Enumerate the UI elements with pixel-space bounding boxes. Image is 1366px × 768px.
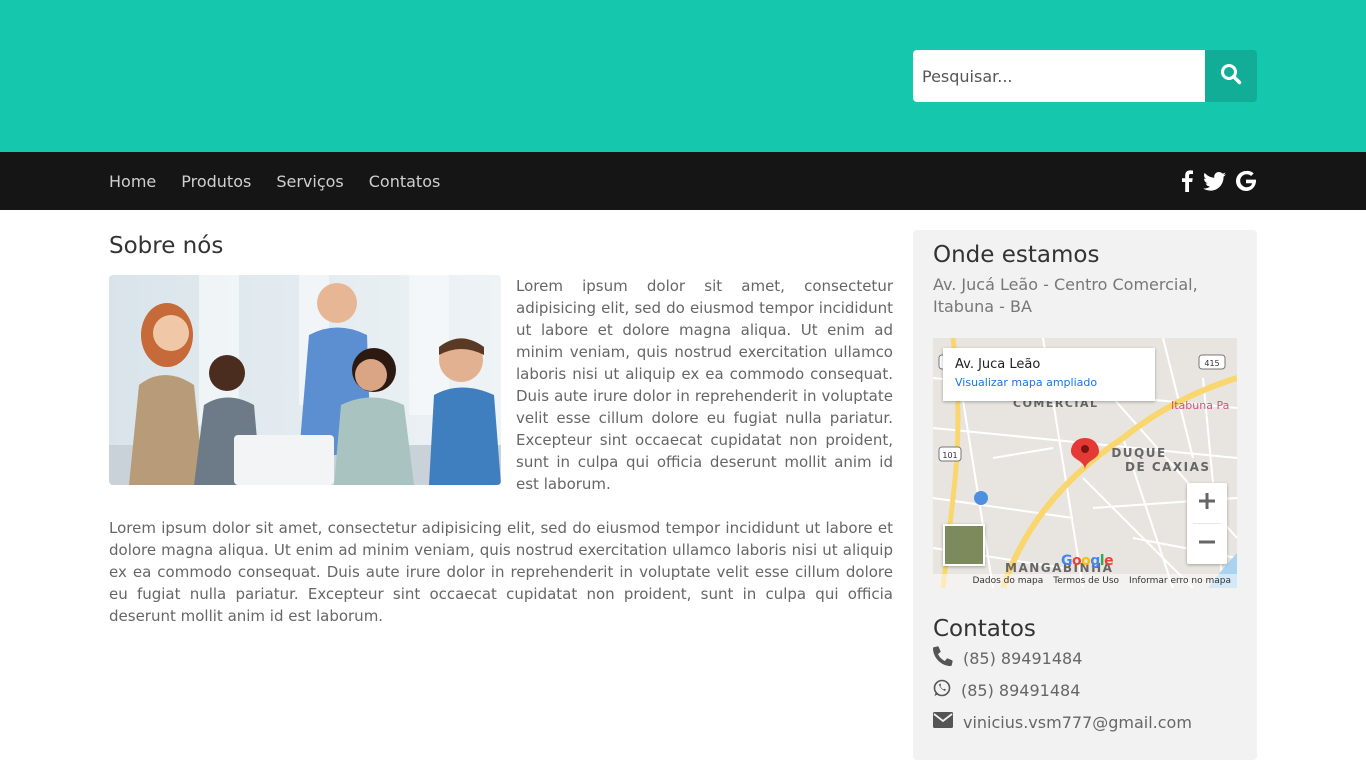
map-zoom-controls [1187,483,1227,564]
sidebar: Onde estamos Av. Jucá Leão - Centro Come… [913,230,1257,760]
zoom-out-button[interactable] [1187,524,1227,564]
satellite-toggle[interactable] [943,524,985,566]
map-footer: Dados do mapa Termos de Uso Informar err… [933,574,1237,588]
contacts-title: Contatos [933,616,1036,642]
team-photo [109,275,501,485]
google-icon[interactable] [1235,170,1257,192]
map-card-title: Av. Juca Leão [955,357,1041,372]
nav-home[interactable]: Home [109,172,156,191]
envelope-icon [933,712,963,732]
road-101-label: 101 [942,451,957,460]
phone-icon [933,646,963,670]
map-report-link[interactable]: Informar erro no mapa [1129,576,1231,586]
itabuna-label: Itabuna Pa [1171,399,1229,412]
caxias-label: DE CAXIAS [1125,460,1211,474]
contact-email: vinicius.vsm777@gmail.com [933,706,1237,738]
nav-produtos[interactable]: Produtos [181,172,251,191]
phone-number: (85) 89491484 [963,648,1083,668]
location-address: Av. Jucá Leão - Centro Comercial, Itabun… [933,275,1198,316]
nav-servicos[interactable]: Serviços [276,172,343,191]
contacts-section: Contatos (85) 89491484 (85) 89491484 vin… [933,616,1237,738]
map-embed[interactable]: 415 101 COMERCIAL DUQUE DE CAXIAS MANGAB… [933,338,1237,588]
social-links [1180,152,1257,210]
twitter-icon[interactable] [1203,171,1226,191]
map-enlarge-link[interactable]: Visualizar mapa ampliado [955,376,1143,389]
nav-menu: Home Produtos Serviços Contatos [109,152,465,210]
search-bar [913,50,1257,102]
navbar: Home Produtos Serviços Contatos [0,152,1366,210]
about-title: Sobre nós [109,233,224,259]
facebook-icon[interactable] [1180,170,1194,192]
whatsapp-icon [933,679,961,701]
map-info-card: Av. Juca Leão Visualizar mapa ampliado [943,348,1155,401]
location-title: Onde estamos [933,242,1100,268]
contact-phone: (85) 89491484 [933,642,1237,674]
google-logo: Google [1061,553,1114,569]
nav-contatos[interactable]: Contatos [369,172,441,191]
road-415-label: 415 [1204,359,1219,368]
minus-icon [1198,533,1216,555]
map-terms-link[interactable]: Termos de Uso [1053,576,1119,586]
about-section: Sobre nós Lorem ipsum dolor sit amet, co… [109,230,893,627]
search-input[interactable] [913,50,1205,102]
map-data-link[interactable]: Dados do mapa [972,576,1043,586]
zoom-in-button[interactable] [1187,483,1227,523]
search-button[interactable] [1205,50,1257,102]
email-address[interactable]: vinicius.vsm777@gmail.com [963,713,1192,732]
contact-whatsapp: (85) 89491484 [933,674,1237,706]
duque-label: DUQUE [1111,446,1166,460]
about-paragraph-2: Lorem ipsum dolor sit amet, consectetur … [109,519,893,625]
whatsapp-number: (85) 89491484 [961,680,1081,700]
search-icon [1220,63,1242,89]
header-banner [0,0,1366,152]
plus-icon [1198,492,1216,514]
